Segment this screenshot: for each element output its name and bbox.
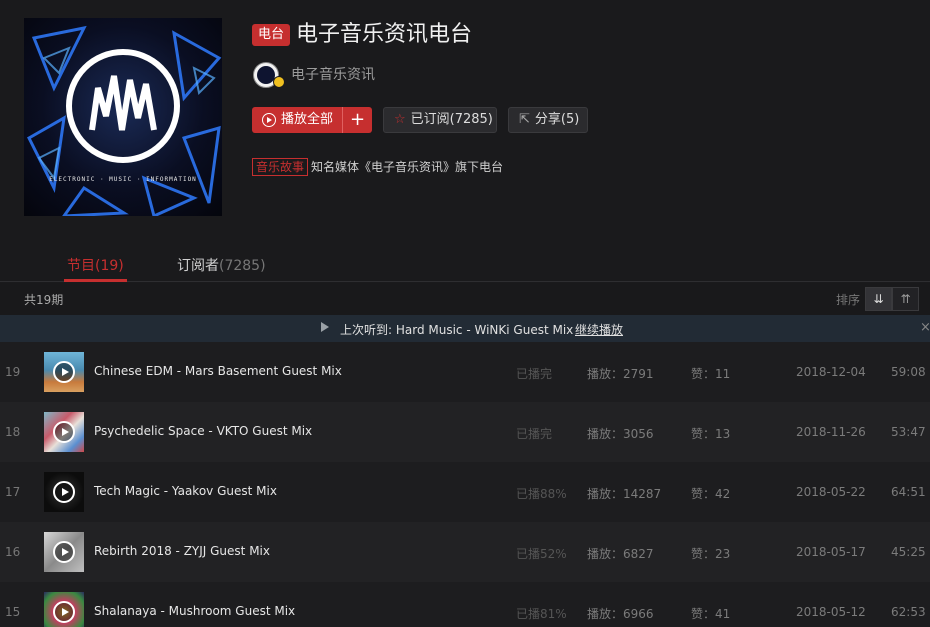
radio-badge: 电台 bbox=[252, 24, 291, 46]
play-icon[interactable] bbox=[53, 601, 75, 623]
program-date: 2018-12-04 bbox=[796, 365, 866, 379]
table-row[interactable]: 15 Shalanaya - Mushroom Guest Mix 已播81% … bbox=[0, 582, 930, 627]
play-progress: 已播81% bbox=[516, 607, 567, 621]
star-icon: ☆ bbox=[394, 112, 406, 127]
sort-ascending-icon[interactable]: ⇈ bbox=[892, 287, 919, 311]
play-all-main[interactable]: 播放全部 bbox=[252, 107, 342, 133]
subscribe-button[interactable]: ☆ 已订阅(7285) bbox=[383, 107, 497, 133]
play-icon[interactable] bbox=[53, 481, 75, 503]
add-to-playlist-button[interactable]: + bbox=[343, 108, 372, 132]
program-thumbnail[interactable] bbox=[44, 472, 84, 512]
cover-artwork bbox=[27, 25, 222, 216]
program-date: 2018-11-26 bbox=[796, 425, 866, 439]
share-icon: ⇱ bbox=[519, 112, 530, 127]
play-count: 播放：3056 bbox=[587, 427, 654, 441]
vip-badge-icon bbox=[273, 76, 285, 88]
like-count: 赞：23 bbox=[691, 547, 731, 561]
continue-play-link[interactable]: 继续播放 bbox=[575, 321, 623, 338]
program-duration: 64:51 bbox=[891, 485, 926, 499]
sort-label: 排序 bbox=[836, 293, 861, 307]
play-circle-icon bbox=[262, 113, 276, 127]
radio-title: 电子音乐资讯电台 bbox=[296, 22, 473, 47]
program-title[interactable]: Shalanaya - Mushroom Guest Mix bbox=[94, 604, 295, 618]
program-date: 2018-05-12 bbox=[796, 605, 866, 619]
tab-programs[interactable]: 节目(19) bbox=[64, 255, 127, 282]
play-progress: 已播完 bbox=[516, 427, 553, 441]
like-count: 赞：41 bbox=[691, 607, 731, 621]
play-progress: 已播完 bbox=[516, 367, 553, 381]
subscribe-label: 已订阅(7285) bbox=[410, 112, 493, 127]
program-duration: 62:53 bbox=[891, 605, 926, 619]
program-total: 共19期 bbox=[24, 293, 64, 307]
like-count: 赞：11 bbox=[691, 367, 731, 381]
program-number: 18 bbox=[5, 425, 21, 439]
play-icon[interactable] bbox=[53, 541, 75, 563]
category-tag[interactable]: 音乐故事 bbox=[252, 158, 309, 176]
cover-caption: ELECTRONIC · MUSIC · INFORMATION bbox=[49, 176, 197, 183]
program-number: 19 bbox=[5, 365, 21, 379]
like-count: 赞：13 bbox=[691, 427, 731, 441]
radio-cover[interactable]: ELECTRONIC · MUSIC · INFORMATION bbox=[24, 18, 222, 216]
tab-subscribers-label: 订阅者 bbox=[177, 258, 219, 274]
play-progress: 已播52% bbox=[516, 547, 567, 561]
tab-subscribers[interactable]: 订阅者(7285) bbox=[177, 255, 266, 275]
play-count: 播放：6966 bbox=[587, 607, 654, 621]
sort-descending-icon[interactable]: ⇊ bbox=[865, 287, 892, 311]
last-played-bar: 上次听到: Hard Music - WiNKi Guest Mix 继续播放 … bbox=[0, 315, 930, 342]
play-all-button[interactable]: 播放全部 + bbox=[252, 107, 372, 133]
table-row[interactable]: 19 Chinese EDM - Mars Basement Guest Mix… bbox=[0, 342, 930, 402]
share-label: 分享(5) bbox=[534, 112, 580, 127]
program-number: 15 bbox=[5, 605, 21, 619]
program-date: 2018-05-17 bbox=[796, 545, 866, 559]
program-duration: 53:47 bbox=[891, 425, 926, 439]
program-title[interactable]: Chinese EDM - Mars Basement Guest Mix bbox=[94, 364, 342, 378]
play-count: 播放：2791 bbox=[587, 367, 654, 381]
program-date: 2018-05-22 bbox=[796, 485, 866, 499]
active-tab-indicator bbox=[64, 279, 127, 282]
table-row[interactable]: 17 Tech Magic - Yaakov Guest Mix 已播88% 播… bbox=[0, 462, 930, 522]
program-title[interactable]: Psychedelic Space - VKTO Guest Mix bbox=[94, 424, 312, 438]
table-row[interactable]: 18 Psychedelic Space - VKTO Guest Mix 已播… bbox=[0, 402, 930, 462]
close-icon[interactable]: × bbox=[920, 320, 930, 335]
play-count: 播放：14287 bbox=[587, 487, 662, 501]
play-triangle-icon bbox=[321, 322, 329, 332]
list-toolbar: 共19期 排序 ⇊ ⇈ bbox=[0, 283, 930, 315]
program-thumbnail[interactable] bbox=[44, 592, 84, 627]
program-duration: 59:08 bbox=[891, 365, 926, 379]
program-duration: 45:25 bbox=[891, 545, 926, 559]
tab-programs-count: (19) bbox=[95, 258, 124, 274]
program-title[interactable]: Tech Magic - Yaakov Guest Mix bbox=[94, 484, 277, 498]
last-played-text: 上次听到: Hard Music - WiNKi Guest Mix bbox=[340, 323, 574, 337]
program-title[interactable]: Rebirth 2018 - ZYJJ Guest Mix bbox=[94, 544, 270, 558]
play-all-label: 播放全部 bbox=[281, 112, 334, 127]
radio-description: 知名媒体《电子音乐资讯》旗下电台 bbox=[311, 160, 504, 174]
owner-name-link[interactable]: 电子音乐资讯 bbox=[291, 64, 375, 84]
play-progress: 已播88% bbox=[516, 487, 567, 501]
program-number: 17 bbox=[5, 485, 21, 499]
program-number: 16 bbox=[5, 545, 21, 559]
table-row[interactable]: 16 Rebirth 2018 - ZYJJ Guest Mix 已播52% 播… bbox=[0, 522, 930, 582]
tab-bar: 节目(19) 订阅者(7285) bbox=[0, 244, 930, 282]
program-thumbnail[interactable] bbox=[44, 532, 84, 572]
share-button[interactable]: ⇱ 分享(5) bbox=[508, 107, 588, 133]
play-icon[interactable] bbox=[53, 421, 75, 443]
tab-subscribers-count: (7285) bbox=[219, 258, 266, 274]
play-count: 播放：6827 bbox=[587, 547, 654, 561]
tab-programs-label: 节目 bbox=[67, 258, 95, 274]
program-list: 19 Chinese EDM - Mars Basement Guest Mix… bbox=[0, 342, 930, 627]
play-icon[interactable] bbox=[53, 361, 75, 383]
program-thumbnail[interactable] bbox=[44, 352, 84, 392]
program-thumbnail[interactable] bbox=[44, 412, 84, 452]
like-count: 赞：42 bbox=[691, 487, 731, 501]
